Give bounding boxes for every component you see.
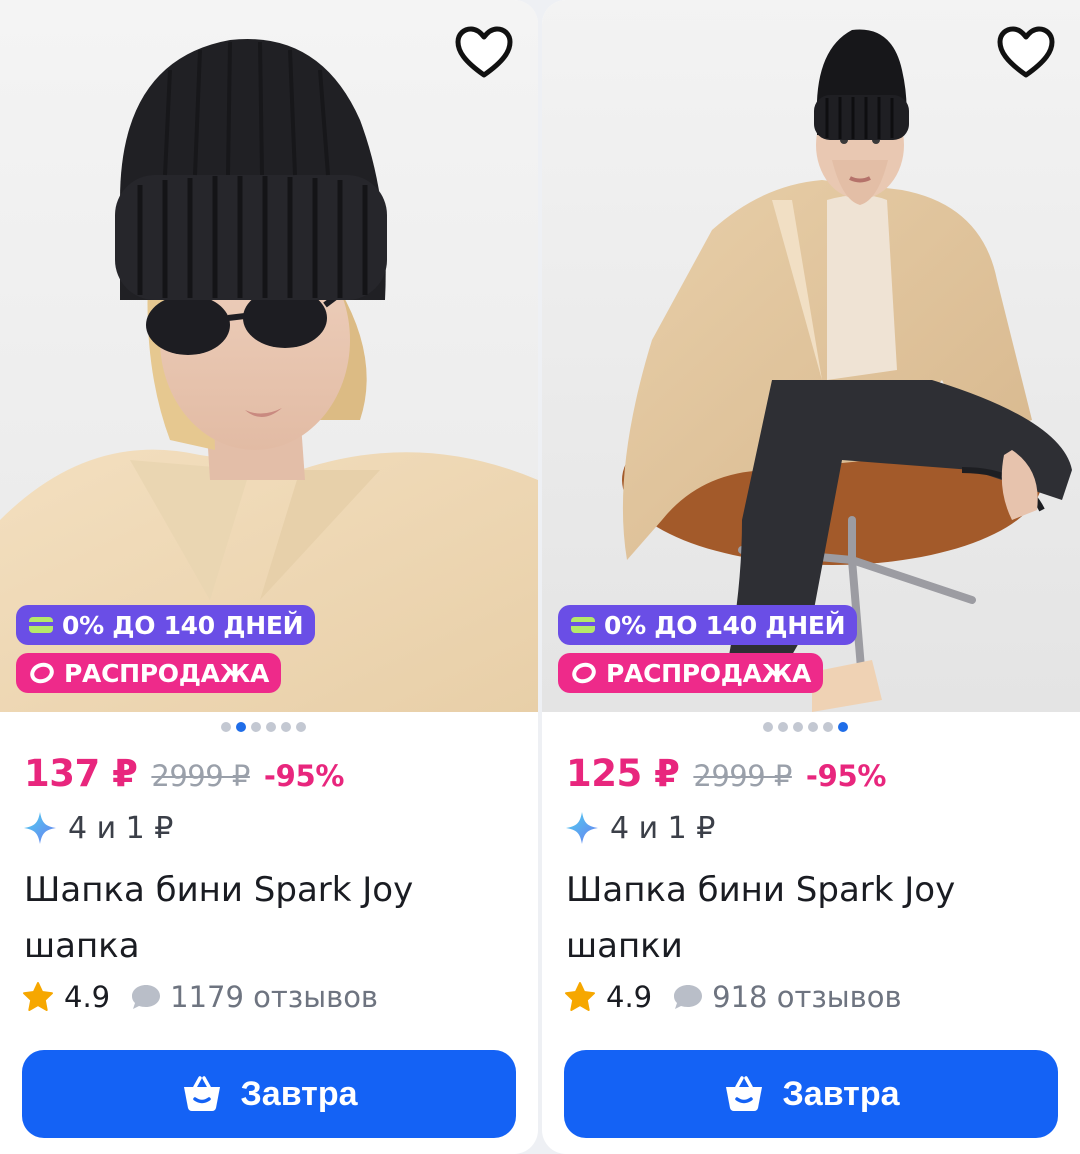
reviews-count: 918 отзывов (712, 980, 902, 1014)
product-title[interactable]: Шапка бини Spark Joy шапки (566, 862, 1046, 974)
ring-icon (30, 662, 54, 684)
ring-icon (572, 662, 596, 684)
card-icon (571, 617, 595, 633)
heart-outline-icon (455, 26, 513, 78)
star-icon (565, 982, 595, 1011)
gallery-dot[interactable] (823, 722, 833, 732)
gallery-dot[interactable] (793, 722, 803, 732)
split-payment[interactable]: 4 и 1 ₽ (564, 810, 715, 846)
rating-value: 4.9 (64, 980, 111, 1014)
sale-badge-text: РАСПРОДАЖА (606, 658, 812, 688)
buy-button[interactable]: Завтра (564, 1050, 1058, 1138)
installment-badge-text: 0% ДО 140 ДНЕЙ (62, 610, 304, 640)
product-card[interactable]: 0% ДО 140 ДНЕЙ РАСПРОДАЖА 137 ₽ 2999 ₽ -… (0, 0, 538, 1154)
old-price: 2999 ₽ (693, 759, 792, 793)
comment-icon (132, 985, 161, 1009)
gallery-dot[interactable] (296, 722, 306, 732)
product-card[interactable]: 0% ДО 140 ДНЕЙ РАСПРОДАЖА 125 ₽ 2999 ₽ -… (542, 0, 1080, 1154)
comment-icon (674, 985, 703, 1009)
buy-button-label: Завтра (782, 1074, 900, 1113)
price-row: 125 ₽ 2999 ₽ -95% (566, 752, 886, 795)
split-payment-text: 4 и 1 ₽ (610, 810, 716, 846)
price-row: 137 ₽ 2999 ₽ -95% (24, 752, 344, 795)
rating-row[interactable]: 4.9 1179 отзывов (22, 980, 378, 1014)
buy-button-label: Завтра (240, 1074, 358, 1113)
gallery-dot[interactable] (808, 722, 818, 732)
sparkle-icon (24, 812, 56, 844)
old-price: 2999 ₽ (151, 759, 250, 793)
gallery-dot[interactable] (251, 722, 261, 732)
gallery-dot-active[interactable] (236, 722, 246, 732)
installment-badge: 0% ДО 140 ДНЕЙ (16, 605, 316, 645)
product-title[interactable]: Шапка бини Spark Joy шапка (24, 862, 504, 974)
gallery-dot[interactable] (778, 722, 788, 732)
current-price: 125 ₽ (566, 752, 680, 795)
favorite-button[interactable] (452, 22, 516, 82)
gallery-dot[interactable] (221, 722, 231, 732)
gallery-dots[interactable] (763, 722, 848, 732)
buy-button[interactable]: Завтра (22, 1050, 516, 1138)
star-icon (23, 982, 53, 1011)
installment-badge: 0% ДО 140 ДНЕЙ (558, 605, 858, 645)
card-icon (29, 617, 53, 633)
sale-badge-text: РАСПРОДАЖА (64, 658, 270, 688)
gallery-dots[interactable] (221, 722, 306, 732)
basket-icon (725, 1076, 762, 1111)
discount-percent: -95% (805, 759, 887, 793)
discount-percent: -95% (263, 759, 345, 793)
rating-row[interactable]: 4.9 918 отзывов (564, 980, 902, 1014)
sparkle-icon (566, 812, 598, 844)
reviews-count: 1179 отзывов (170, 980, 379, 1014)
gallery-dot[interactable] (281, 722, 291, 732)
gallery-dot[interactable] (763, 722, 773, 732)
gallery-dot[interactable] (266, 722, 276, 732)
rating-value: 4.9 (606, 980, 653, 1014)
basket-icon (183, 1076, 220, 1111)
favorite-button[interactable] (994, 22, 1058, 82)
gallery-dot-active[interactable] (838, 722, 848, 732)
installment-badge-text: 0% ДО 140 ДНЕЙ (604, 610, 846, 640)
split-payment-text: 4 и 1 ₽ (68, 810, 174, 846)
current-price: 137 ₽ (24, 752, 138, 795)
split-payment[interactable]: 4 и 1 ₽ (22, 810, 173, 846)
sale-badge: РАСПРОДАЖА (16, 653, 282, 693)
sale-badge: РАСПРОДАЖА (558, 653, 824, 693)
heart-outline-icon (997, 26, 1055, 78)
